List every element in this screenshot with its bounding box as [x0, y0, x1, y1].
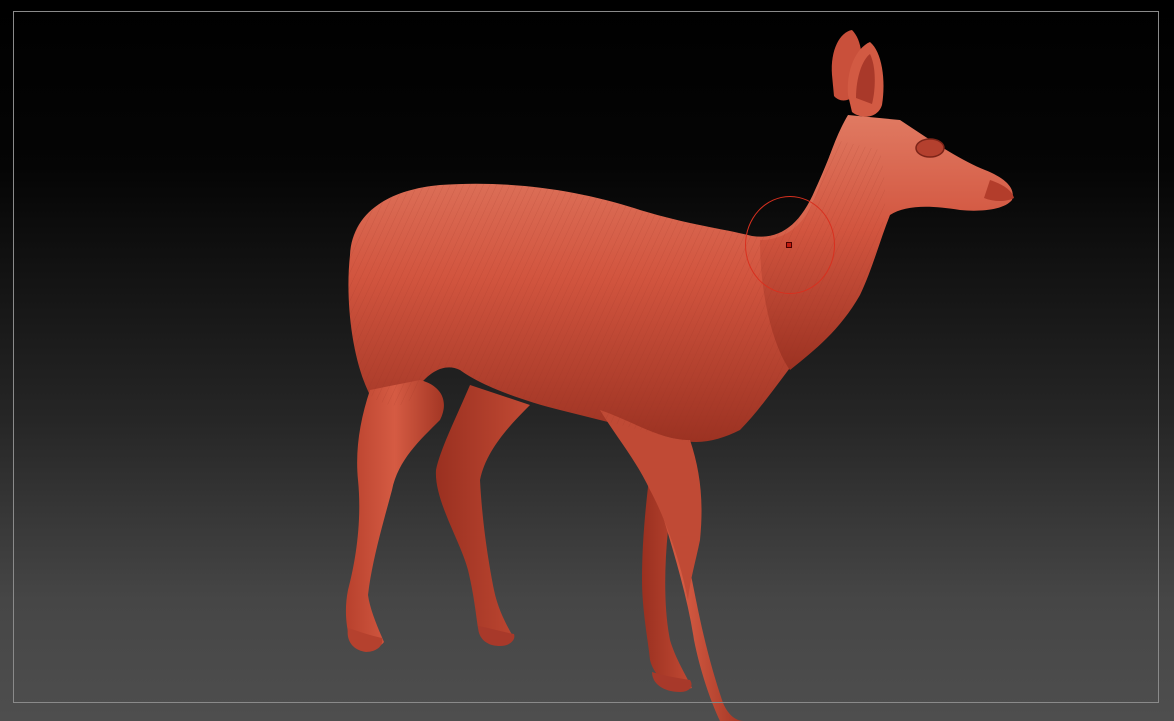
- deer-eye: [915, 138, 945, 158]
- far-hind-leg: [435, 385, 530, 642]
- brush-center-icon: [786, 242, 792, 248]
- document-viewport[interactable]: [0, 0, 1174, 721]
- deer-model[interactable]: [0, 0, 1174, 721]
- near-hind-leg: [345, 380, 444, 650]
